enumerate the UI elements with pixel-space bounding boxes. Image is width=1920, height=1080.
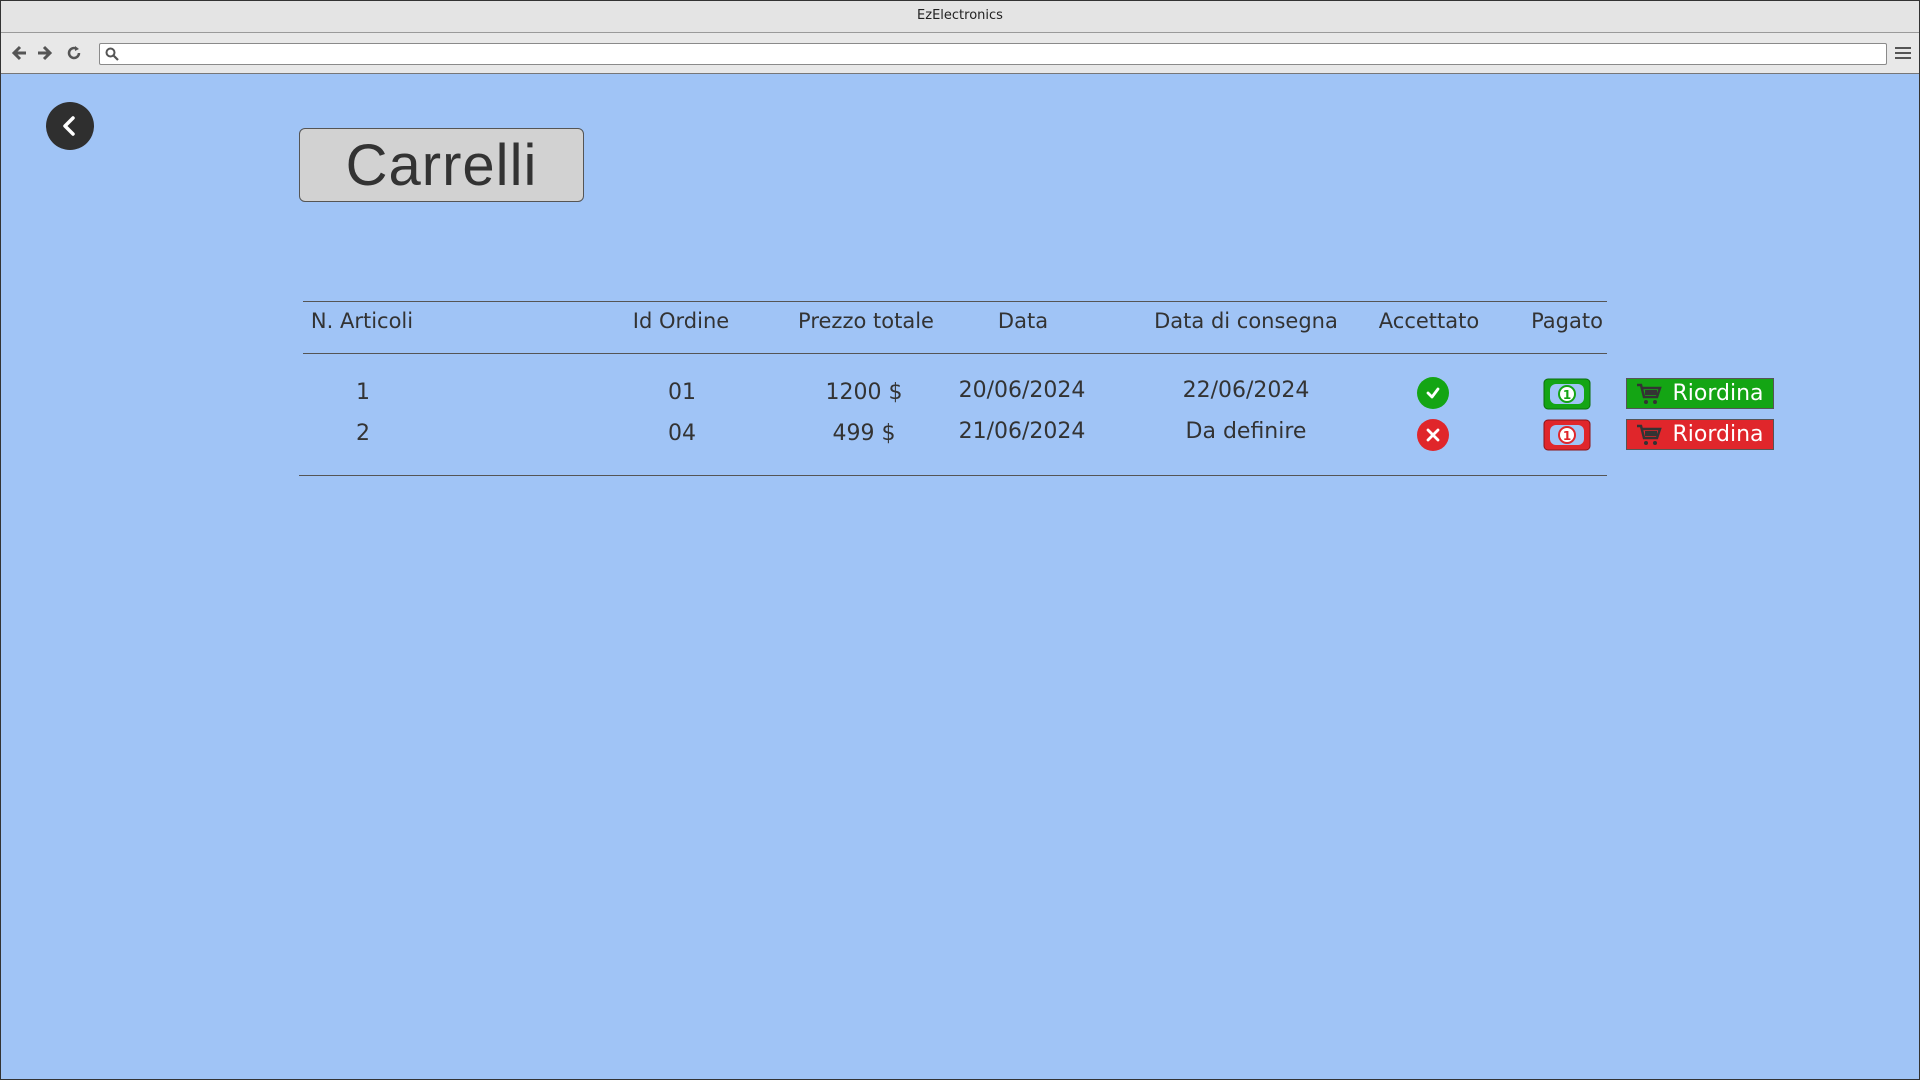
cell-data: 20/06/2024 xyxy=(958,378,1086,403)
header-data: Data xyxy=(997,309,1049,333)
reorder-button[interactable]: Riordina xyxy=(1626,378,1774,409)
cell-id-ordine: 04 xyxy=(668,421,696,446)
money-unpaid-icon: 1 xyxy=(1543,419,1591,451)
window-title: EzElectronics xyxy=(1,1,1919,33)
browser-window: EzElectronics Carrelli N. Articoli Id Or… xyxy=(0,0,1920,1080)
header-pagato: Pagato xyxy=(1531,309,1603,333)
cell-prezzo: 499 $ xyxy=(832,421,896,446)
svg-text:1: 1 xyxy=(1563,388,1571,402)
svg-text:1: 1 xyxy=(1563,429,1571,443)
reload-icon[interactable] xyxy=(64,43,84,63)
check-icon xyxy=(1417,377,1449,409)
table-bottom-divider xyxy=(299,475,1607,476)
cart-icon xyxy=(1637,383,1663,404)
table-top-divider xyxy=(303,301,1607,302)
chevron-left-icon xyxy=(63,116,75,136)
cell-id-ordine: 01 xyxy=(668,380,696,405)
back-arrow-icon[interactable] xyxy=(9,43,29,63)
reorder-label: Riordina xyxy=(1672,422,1764,447)
header-accettato: Accettato xyxy=(1378,309,1480,333)
menu-icon[interactable] xyxy=(1895,45,1911,61)
header-data-consegna: Data di consegna xyxy=(1154,309,1338,333)
back-button[interactable] xyxy=(46,102,94,150)
browser-toolbar xyxy=(1,33,1919,74)
cart-icon xyxy=(1637,424,1663,445)
cell-prezzo: 1200 $ xyxy=(825,380,903,405)
header-n-articoli: N. Articoli xyxy=(310,309,414,333)
reorder-button[interactable]: Riordina xyxy=(1626,419,1774,450)
money-paid-icon: 1 xyxy=(1543,378,1591,410)
reorder-label: Riordina xyxy=(1672,381,1764,406)
table-header-divider xyxy=(303,353,1607,354)
cell-consegna: 22/06/2024 xyxy=(1182,378,1310,403)
header-id-ordine: Id Ordine xyxy=(632,309,730,333)
cell-consegna: Da definire xyxy=(1185,419,1307,444)
page-title: Carrelli xyxy=(299,128,584,202)
header-prezzo-totale: Prezzo totale xyxy=(798,309,934,333)
search-icon xyxy=(105,47,119,61)
address-bar[interactable] xyxy=(99,43,1887,65)
cell-articoli: 2 xyxy=(356,421,370,446)
forward-arrow-icon[interactable] xyxy=(35,43,55,63)
cross-icon xyxy=(1417,419,1449,451)
cell-data: 21/06/2024 xyxy=(958,419,1086,444)
cell-articoli: 1 xyxy=(356,380,370,405)
